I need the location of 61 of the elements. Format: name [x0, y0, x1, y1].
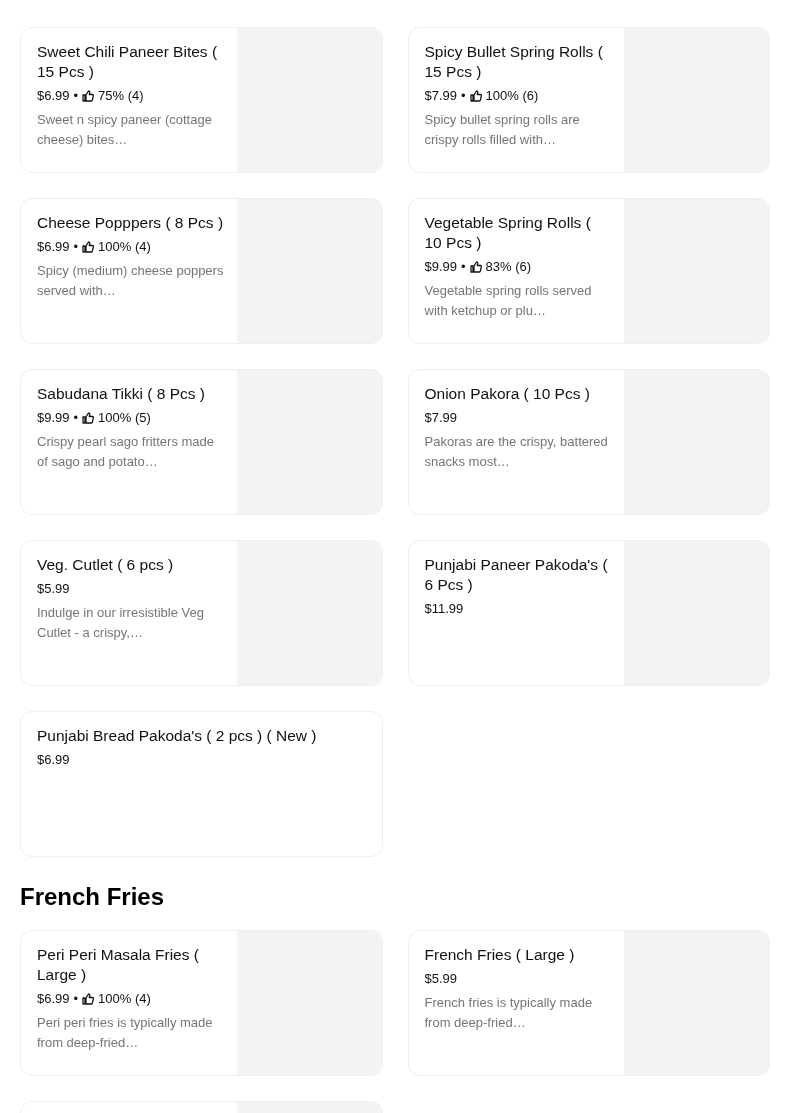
item-price: $5.99 [424, 970, 458, 988]
item-name: Punjabi Bread Pakoda's ( 2 pcs ) ( New ) [37, 726, 318, 746]
item-name: Punjabi Paneer Pakoda's ( 6 Pcs ) [424, 555, 609, 595]
section-heading: French Fries [20, 882, 166, 912]
item-rating: 75% (4) [98, 87, 144, 105]
item-description: Pakoras are the crispy, battered snacks most… [424, 433, 609, 471]
menu-item-card[interactable]: Vegetable Spring Rolls ( 10 Pcs ) $9.99 • 83% (6) Vegetable spring rolls served with ketchup or plu… [407, 198, 770, 344]
item-description: Spicy bullet spring rolls are crispy rolls filled with… [424, 111, 581, 149]
menu-item-card[interactable]: Cheese Popppers ( 8 Pcs ) $6.99 • 100% (4) Spicy (medium) cheese poppers served with… [20, 198, 383, 344]
item-rating: 100% (4) [98, 238, 151, 256]
item-description: Indulge in our irresistible Veg Cutlet - a crispy,… [37, 604, 205, 642]
item-description: Vegetable spring rolls served with ketchup or plu… [424, 282, 593, 320]
item-price: $9.99 [424, 258, 458, 276]
separator-dot: • [73, 990, 79, 1008]
item-description: Crispy pearl sago fritters made of sago and potato… [37, 433, 215, 471]
item-name: Veg. Cutlet ( 6 pcs ) [37, 555, 175, 575]
thumbs-up-icon [82, 90, 95, 102]
menu-item-card[interactable]: Spicy Bullet Spring Rolls ( 15 Pcs ) $7.99 • 100% (6) Spicy bullet spring rolls are crispy rolls filled with… [407, 27, 770, 173]
item-description: Sweet n spicy paneer (cottage cheese) bites… [37, 111, 213, 149]
item-name: Vegetable Spring Rolls ( 10 Pcs ) [424, 213, 592, 253]
menu-item-card[interactable]: French Fries ( Large ) $5.99 French fries is typically made from deep-fried… [407, 930, 770, 1076]
menu-item-card[interactable]: Sabudana Tikki ( 8 Pcs ) $9.99 • 100% (5) Crispy pearl sago fritters made of sago and potato… [20, 369, 383, 515]
item-name: French Fries ( Large ) [424, 945, 576, 965]
item-rating: 100% (6) [485, 87, 539, 105]
item-name: Cheese Popppers ( 8 Pcs ) [37, 213, 225, 233]
thumbs-up-icon [82, 993, 95, 1005]
menu-item-card[interactable]: Punjabi Bread Pakoda's ( 2 pcs ) ( New ) $6.99 [20, 711, 383, 857]
item-name: Sweet Chili Paneer Bites ( 15 Pcs ) [37, 42, 219, 82]
thumbs-up-icon [469, 261, 482, 273]
item-name: Onion Pakora ( 10 Pcs ) [424, 384, 591, 404]
item-name: Peri Peri Masala Fries ( Large ) [37, 945, 200, 985]
item-price: $9.99 [37, 409, 70, 427]
item-price: $7.99 [424, 409, 458, 427]
item-price: $5.99 [37, 580, 70, 598]
item-price: $6.99 [37, 87, 70, 105]
thumbs-up-icon [82, 412, 95, 424]
item-rating: 83% (6) [485, 258, 532, 276]
menu-item-card[interactable]: Veg. Cutlet ( 6 pcs ) $5.99 Indulge in our irresistible Veg Cutlet - a crispy,… [20, 540, 383, 686]
item-name: Spicy Bullet Spring Rolls ( 15 Pcs ) [424, 42, 604, 82]
item-description: French fries is typically made from deep-fried… [424, 994, 594, 1032]
thumbs-up-icon [469, 90, 482, 102]
item-rating: 100% (4) [98, 990, 151, 1008]
thumbs-up-icon [82, 241, 95, 253]
item-price: $7.99 [424, 87, 458, 105]
item-price: $6.99 [37, 238, 70, 256]
item-price: $6.99 [37, 751, 70, 769]
item-description: Peri peri fries is typically made from deep-fried… [37, 1014, 214, 1052]
menu-item-card[interactable]: Sweet Chili Paneer Bites ( 15 Pcs ) $6.99 • 75% (4) Sweet n spicy paneer (cottage cheese) bites… [20, 27, 383, 173]
separator-dot: • [73, 409, 79, 427]
item-rating: 100% (5) [98, 409, 151, 427]
item-description: Spicy (medium) cheese poppers served with… [37, 262, 225, 300]
separator-dot: • [461, 258, 466, 276]
separator-dot: • [73, 87, 79, 105]
item-price: $11.99 [424, 600, 464, 618]
menu-item-card[interactable]: Peri Peri Masala Fries ( Large ) $6.99 • 100% (4) Peri peri fries is typically made from deep-fried… [20, 930, 383, 1076]
separator-dot: • [73, 238, 79, 256]
menu-item-card[interactable]: Onion Pakora ( 10 Pcs ) $7.99 Pakoras are the crispy, battered snacks most… [407, 369, 770, 515]
item-name: Sabudana Tikki ( 8 Pcs ) [37, 384, 206, 404]
menu-item-card[interactable]: Punjabi Paneer Pakoda's ( 6 Pcs ) $11.99 [407, 540, 770, 686]
item-price: $6.99 [37, 990, 70, 1008]
separator-dot: • [461, 87, 466, 105]
